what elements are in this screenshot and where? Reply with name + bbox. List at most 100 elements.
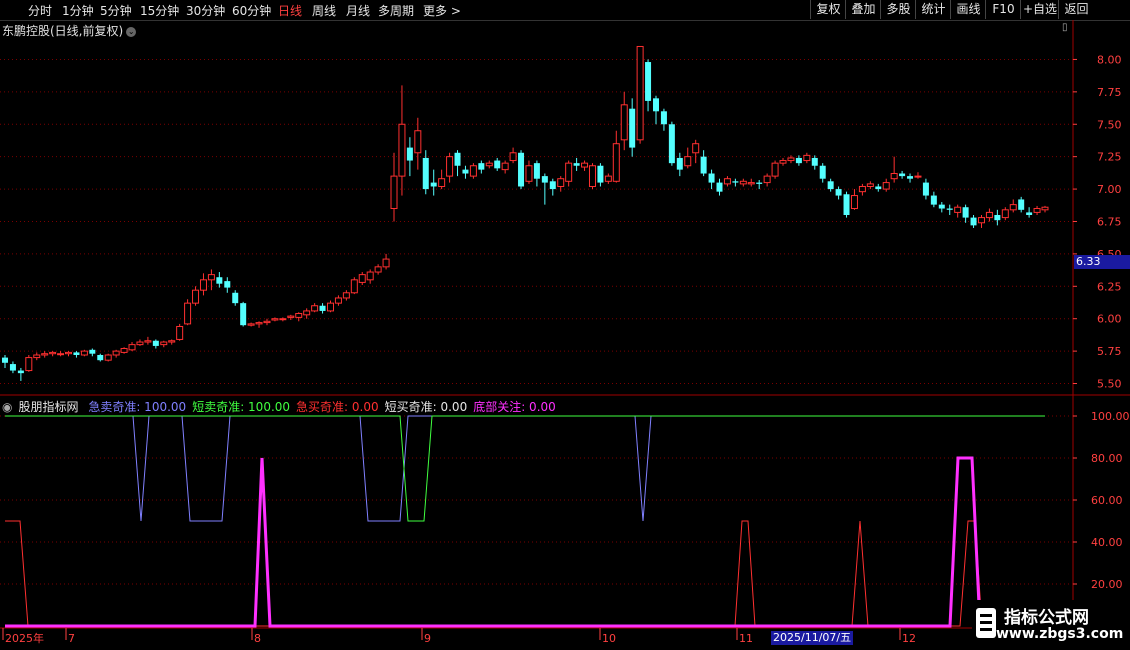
candle-body <box>390 175 398 210</box>
candle-body <box>168 340 176 343</box>
series-line-0 <box>5 415 1045 522</box>
candle-body <box>597 165 604 183</box>
candle-body <box>1033 208 1041 213</box>
candle-body <box>319 305 326 311</box>
candle-body <box>612 143 620 182</box>
indicator-field-1: 短卖奇准: 100.00 <box>192 400 291 414</box>
indicator-collapse-icon[interactable]: ◉ <box>2 400 12 414</box>
date-label: 7 <box>68 632 75 645</box>
candle-body <box>49 351 57 355</box>
chart-canvas: 8.007.757.507.257.006.756.506.256.005.75… <box>0 20 1130 650</box>
candle-body <box>104 354 112 361</box>
candle-body <box>914 175 922 178</box>
candle-body <box>406 147 413 161</box>
date-label: 2025年 <box>5 631 44 645</box>
candle-body <box>811 157 818 166</box>
candle-body <box>676 157 683 170</box>
candle-body <box>716 182 723 192</box>
candle-body <box>160 341 168 346</box>
candle-body <box>732 181 739 183</box>
indicator-tick-label: 20.00 <box>1091 578 1123 591</box>
current-price-tag: 6.33 <box>1074 255 1130 269</box>
candle-body <box>866 183 874 187</box>
candle-body <box>446 156 454 177</box>
candle-body <box>962 207 969 218</box>
candle-body <box>25 357 33 372</box>
candle-body <box>708 173 715 183</box>
indicator-title: ◉ 股朋指标网 急卖奇准: 100.00 短卖奇准: 100.00 急买奇准: 0.0… <box>2 398 568 415</box>
candle-body <box>994 215 1001 221</box>
candle-body <box>588 165 596 187</box>
candle-body <box>604 175 612 182</box>
candle-body <box>779 160 787 164</box>
price-tick-label: 6.25 <box>1097 280 1122 293</box>
candle-body <box>827 181 834 190</box>
candle-body <box>899 173 906 177</box>
price-tick-label: 7.75 <box>1097 86 1122 99</box>
candle-body <box>485 162 493 167</box>
candle-body <box>112 350 120 356</box>
candle-body <box>541 176 548 183</box>
candle-body <box>747 182 755 185</box>
candle-body <box>247 323 255 326</box>
candle-body <box>787 157 795 162</box>
candle-body <box>938 204 945 209</box>
candle-body <box>216 277 223 284</box>
candle-body <box>366 271 374 281</box>
series-line-2 <box>5 520 1045 627</box>
candle-body <box>2 357 8 363</box>
candle-body <box>17 370 24 374</box>
candle-body <box>518 152 525 187</box>
candle-body <box>985 211 993 219</box>
price-tick-label: 7.50 <box>1097 118 1122 131</box>
candle-body <box>629 108 636 148</box>
candle-body <box>549 181 556 190</box>
candle-body <box>1001 209 1009 219</box>
candle-body <box>668 124 675 164</box>
candle-body <box>295 313 303 318</box>
candle-body <box>374 266 382 273</box>
price-tick-label: 6.00 <box>1097 313 1122 326</box>
candle-body <box>970 217 977 226</box>
candle-body <box>1018 199 1025 210</box>
price-tick-label: 7.00 <box>1097 183 1122 196</box>
candle-body <box>120 348 128 353</box>
candle-body <box>850 195 858 210</box>
candle-body <box>756 182 763 184</box>
candle-body <box>199 279 207 291</box>
candle-body <box>311 305 319 312</box>
candle-body <box>1026 212 1033 215</box>
candle-body <box>1041 206 1049 211</box>
date-label: 9 <box>424 632 431 645</box>
candle-body <box>954 206 962 213</box>
candle-body <box>684 156 692 167</box>
candle-body <box>907 176 914 179</box>
candle-body <box>240 303 247 326</box>
candle-body <box>620 104 628 141</box>
indicator-name[interactable]: 股朋指标网 <box>18 400 78 414</box>
candle-body <box>176 325 184 340</box>
candle-body <box>454 152 461 166</box>
candle-body <box>207 274 215 281</box>
candle-body <box>977 217 985 224</box>
candle-body <box>271 318 279 321</box>
candle-body <box>723 178 731 185</box>
cursor-date: 2025/11/07/五 <box>771 631 854 645</box>
candle-body <box>469 165 477 177</box>
price-tick-label: 5.50 <box>1097 378 1122 391</box>
candle-body <box>438 178 446 187</box>
candle-body <box>80 350 88 356</box>
candle-body <box>533 163 540 179</box>
candle-body <box>97 355 104 361</box>
price-tick-label: 8.00 <box>1097 53 1122 66</box>
candle-body <box>922 182 929 196</box>
candle-body <box>9 364 16 371</box>
indicator-tick-label: 60.00 <box>1091 494 1123 507</box>
candle-body <box>358 274 366 283</box>
indicator-field-2: 急买奇准: 0.00 <box>296 400 379 414</box>
candle-body <box>771 162 779 177</box>
candle-body <box>57 353 65 356</box>
candle-body <box>946 208 953 210</box>
candle-body <box>819 165 826 179</box>
candle-body <box>882 182 890 190</box>
